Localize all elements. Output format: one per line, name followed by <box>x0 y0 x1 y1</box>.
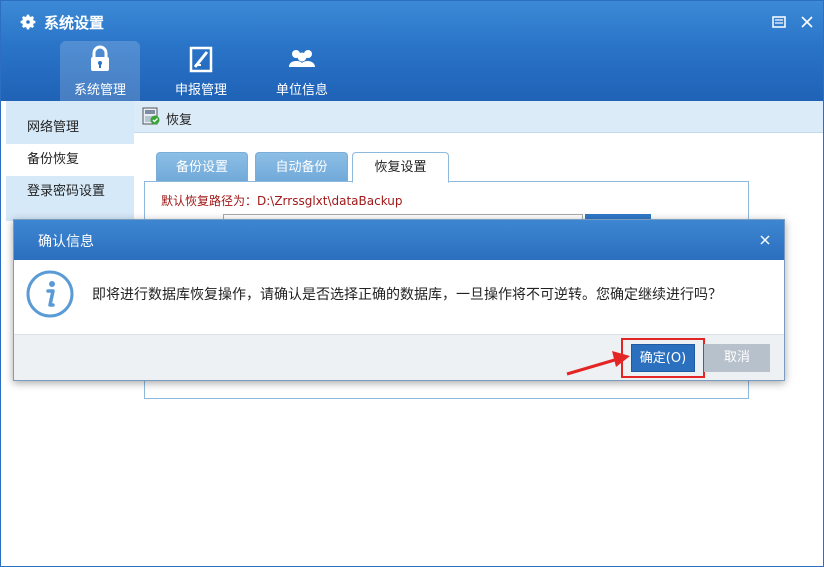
dialog-title: 确认信息 <box>38 234 94 250</box>
window-title: 系统设置 <box>44 14 105 32</box>
nav-tab-declaration-management[interactable]: 申报管理 <box>161 41 241 101</box>
nav-tab-label: 申报管理 <box>174 83 227 98</box>
default-restore-path-text: 默认恢复路径为：D:\Zrrssglxt\dataBackup <box>161 194 403 208</box>
window-close-icon[interactable] <box>800 15 814 29</box>
sidebar-item-login-password[interactable]: 登录密码设置 <box>6 176 134 208</box>
confirm-button[interactable]: 确定(O) <box>631 344 695 372</box>
dialog-close-icon[interactable] <box>758 233 772 247</box>
nav-tab-unit-info[interactable]: 单位信息 <box>262 41 342 101</box>
sidebar-item-network-management[interactable]: 网络管理 <box>6 112 134 144</box>
cancel-button[interactable]: 取消 <box>704 344 770 372</box>
lock-icon <box>91 45 109 71</box>
info-icon <box>26 270 74 318</box>
users-icon <box>289 50 315 67</box>
content-header: 恢复 <box>134 101 823 133</box>
restore-icon <box>142 107 160 125</box>
tab-auto-backup[interactable]: 自动备份 <box>255 152 348 182</box>
edit-form-icon <box>189 46 213 73</box>
pointer-arrow-icon <box>566 351 630 376</box>
tab-restore-settings[interactable]: 恢复设置 <box>352 152 449 183</box>
nav-tab-label: 系统管理 <box>73 83 126 98</box>
dialog-footer: 确定(O) 取消 <box>14 334 784 380</box>
content-header-title: 恢复 <box>166 113 193 128</box>
dialog-titlebar: 确认信息 <box>14 220 784 260</box>
window-titlebar: 系统设置 系统管理 申报管理 单位信息 <box>1 1 823 101</box>
dialog-message: 即将进行数据库恢复操作，请确认是否选择正确的数据库，一旦操作将不可逆转。您确定继… <box>92 287 722 303</box>
nav-tab-label: 单位信息 <box>275 83 328 98</box>
confirm-dialog: 确认信息 即将进行数据库恢复操作，请确认是否选择正确的数据库，一旦操作将不可逆转… <box>13 219 785 381</box>
sidebar-item-backup-restore[interactable]: 备份恢复 <box>6 144 134 176</box>
tab-backup-settings[interactable]: 备份设置 <box>156 152 248 182</box>
sidebar: 网络管理 备份恢复 登录密码设置 <box>6 101 134 221</box>
nav-tab-system-management[interactable]: 系统管理 <box>60 41 140 101</box>
gear-icon <box>20 14 36 30</box>
window-menu-icon[interactable] <box>772 15 786 29</box>
